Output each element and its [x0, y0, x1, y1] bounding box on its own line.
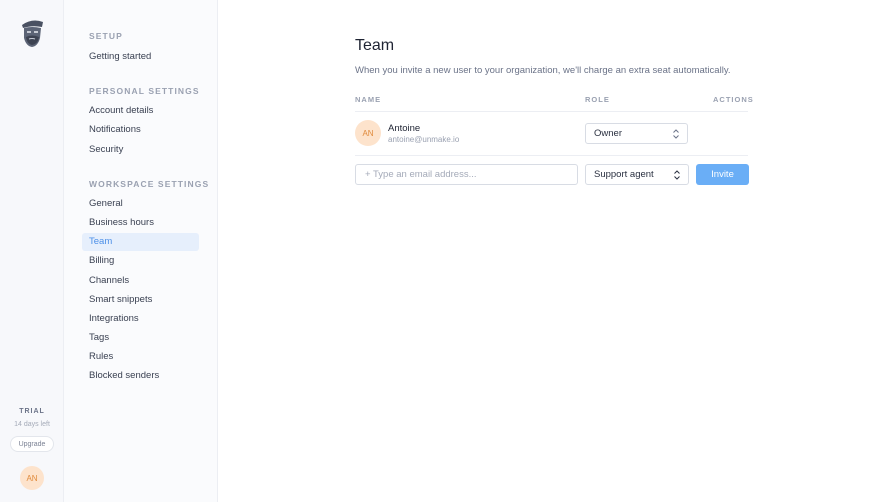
member-role-select[interactable]: Owner [585, 123, 688, 144]
sidebar-item-channels[interactable]: Channels [82, 272, 199, 290]
column-header-name: NAME [355, 95, 382, 104]
sidebar-item-smart-snippets[interactable]: Smart snippets [82, 291, 199, 309]
invite-button[interactable]: Invite [696, 164, 749, 185]
sidebar-item-security[interactable]: Security [82, 141, 199, 159]
settings-sidebar: SETUP Getting started PERSONAL SETTINGS … [64, 0, 218, 502]
sidebar-item-team[interactable]: Team [82, 233, 199, 251]
section-title-personal-settings: PERSONAL SETTINGS [89, 86, 200, 96]
sidebar-item-integrations[interactable]: Integrations [82, 310, 199, 328]
sidebar-item-blocked-senders[interactable]: Blocked senders [82, 367, 199, 385]
page-title: Team [355, 37, 395, 54]
member-avatar: AN [355, 120, 381, 146]
sidebar-item-general[interactable]: General [82, 195, 199, 213]
member-role-value: Owner [594, 128, 622, 139]
column-header-actions: ACTIONS [713, 95, 754, 104]
header-divider [355, 111, 748, 112]
user-avatar[interactable]: AN [20, 466, 44, 490]
sidebar-item-rules[interactable]: Rules [82, 348, 199, 366]
column-header-role: ROLE [585, 95, 610, 104]
row-divider [355, 155, 748, 156]
captain-logo-icon[interactable] [19, 17, 45, 49]
invite-role-value: Support agent [594, 169, 654, 180]
sidebar-item-business-hours[interactable]: Business hours [82, 214, 199, 232]
chevron-up-down-icon [673, 129, 679, 139]
section-title-workspace-settings: WORKSPACE SETTINGS [89, 179, 210, 189]
main-content: Team When you invite a new user to your … [218, 0, 885, 502]
invite-role-select[interactable]: Support agent [585, 164, 689, 185]
member-name: Antoine [388, 123, 421, 134]
upgrade-button[interactable]: Upgrade [10, 436, 54, 452]
sidebar-item-billing[interactable]: Billing [82, 252, 199, 270]
member-email: antoine@unmake.io [388, 135, 460, 144]
app-rail: TRIAL 14 days left Upgrade AN [0, 0, 64, 502]
sidebar-item-tags[interactable]: Tags [82, 329, 199, 347]
sidebar-item-getting-started[interactable]: Getting started [82, 48, 199, 66]
invite-email-input[interactable] [355, 164, 578, 185]
sidebar-item-notifications[interactable]: Notifications [82, 121, 199, 139]
trial-days-left: 14 days left [14, 421, 50, 428]
section-title-setup: SETUP [89, 31, 123, 41]
chevron-up-down-icon [674, 170, 680, 180]
trial-label: TRIAL [19, 408, 45, 415]
sidebar-item-account-details[interactable]: Account details [82, 102, 199, 120]
page-subtitle: When you invite a new user to your organ… [355, 65, 731, 76]
